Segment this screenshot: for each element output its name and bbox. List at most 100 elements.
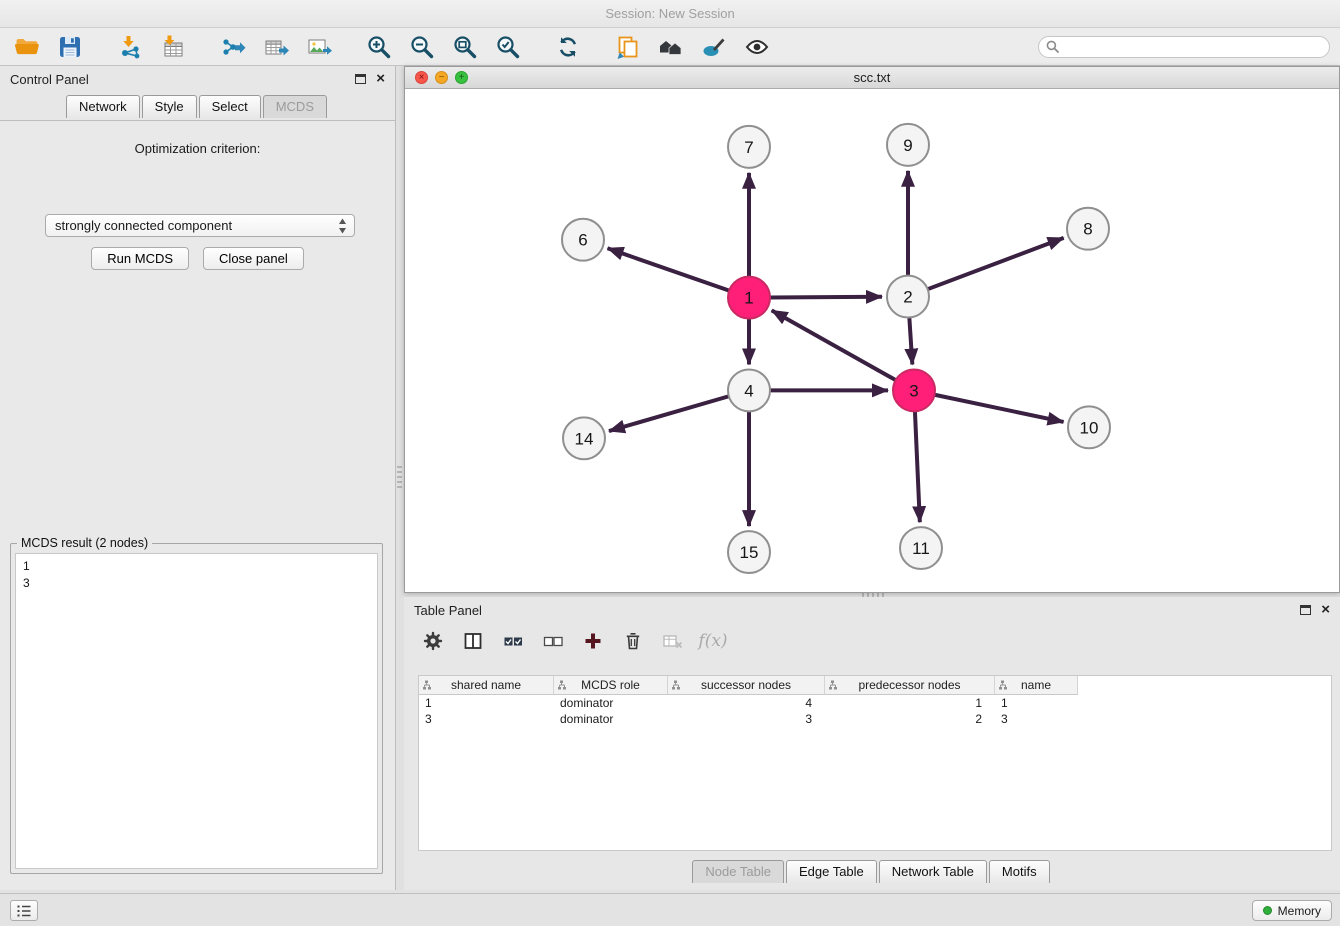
table-cell[interactable]: 3: [419, 711, 554, 727]
task-history-button[interactable]: [10, 900, 38, 921]
tab-network-table[interactable]: Network Table: [879, 860, 987, 883]
table-settings-button[interactable]: [418, 626, 448, 656]
delete-table-button[interactable]: [658, 626, 688, 656]
column-header-name[interactable]: name: [995, 676, 1078, 695]
graph-edge-3-11[interactable]: [915, 411, 920, 522]
export-image-button[interactable]: [302, 31, 336, 63]
search-input[interactable]: [1038, 36, 1330, 58]
zoom-out-icon: [409, 34, 435, 60]
float-panel-icon[interactable]: [355, 74, 366, 84]
maximize-window-icon[interactable]: +: [455, 71, 468, 84]
paint-style-button[interactable]: [697, 31, 731, 63]
chevron-up-down-icon: [338, 218, 347, 237]
column-type-icon: [829, 680, 841, 691]
column-header-mcds-role[interactable]: MCDS role: [554, 676, 668, 695]
graph-node-label-2: 2: [903, 288, 912, 307]
table-cell[interactable]: 1: [995, 695, 1078, 711]
tab-node-table[interactable]: Node Table: [692, 860, 784, 883]
function-builder-button[interactable]: f(x): [698, 626, 728, 656]
table-cell[interactable]: 1: [419, 695, 554, 711]
table-cell[interactable]: 4: [668, 695, 825, 711]
show-columns-button[interactable]: [458, 626, 488, 656]
network-window-titlebar[interactable]: × − + scc.txt: [405, 67, 1339, 89]
open-file-button[interactable]: [10, 31, 44, 63]
search-field: [1038, 36, 1330, 58]
network-graph-svg[interactable]: 7968124314101511: [405, 89, 1339, 592]
apply-layout-button[interactable]: [551, 31, 585, 63]
export-table-button[interactable]: [259, 31, 293, 63]
mcds-result-title: MCDS result (2 nodes): [17, 536, 152, 550]
column-header-label: predecessor nodes: [858, 678, 960, 692]
gear-icon: [423, 631, 443, 651]
table-cell[interactable]: 3: [995, 711, 1078, 727]
tab-network[interactable]: Network: [66, 95, 140, 118]
graph-edge-3-10[interactable]: [935, 395, 1064, 422]
graph-edge-1-2[interactable]: [770, 297, 882, 298]
select-all-button[interactable]: [498, 626, 528, 656]
tab-select[interactable]: Select: [199, 95, 261, 118]
network-window-title: scc.txt: [854, 70, 891, 85]
close-panel-icon[interactable]: ×: [1321, 604, 1330, 616]
table-cell[interactable]: dominator: [554, 711, 668, 727]
vertical-splitter[interactable]: [396, 66, 404, 890]
show-graphics-button[interactable]: [740, 31, 774, 63]
memory-button[interactable]: Memory: [1252, 900, 1332, 921]
tab-edge-table[interactable]: Edge Table: [786, 860, 877, 883]
column-type-icon: [423, 680, 435, 691]
graph-node-label-10: 10: [1080, 418, 1099, 437]
graph-edge-3-1[interactable]: [772, 310, 896, 380]
column-header-successor-nodes[interactable]: successor nodes: [668, 676, 825, 695]
open-folder-icon: [14, 34, 40, 60]
network-canvas[interactable]: 7968124314101511: [405, 89, 1339, 592]
mcds-result-list[interactable]: 13: [15, 553, 378, 869]
column-header-predecessor-nodes[interactable]: predecessor nodes: [825, 676, 995, 695]
add-column-button[interactable]: [578, 626, 608, 656]
column-header-label: shared name: [451, 678, 521, 692]
close-panel-icon[interactable]: ×: [376, 73, 385, 85]
import-table-icon: [160, 34, 186, 60]
tab-style[interactable]: Style: [142, 95, 197, 118]
main-toolbar: [0, 28, 1340, 66]
close-window-icon[interactable]: ×: [415, 71, 428, 84]
zoom-out-button[interactable]: [405, 31, 439, 63]
search-icon: [1046, 40, 1059, 53]
column-type-icon: [672, 680, 684, 691]
unselect-all-button[interactable]: [538, 626, 568, 656]
copy-view-button[interactable]: [611, 31, 645, 63]
save-session-button[interactable]: [53, 31, 87, 63]
zoom-in-button[interactable]: [362, 31, 396, 63]
node-table: shared name MCDS role successor nodes prede…: [418, 675, 1332, 851]
export-network-button[interactable]: [216, 31, 250, 63]
table-cell[interactable]: 1: [825, 695, 995, 711]
graph-edge-4-14[interactable]: [609, 396, 729, 431]
table-cell[interactable]: dominator: [554, 695, 668, 711]
home-view-button[interactable]: [654, 31, 688, 63]
column-header-shared-name[interactable]: shared name: [419, 676, 554, 695]
optimization-dropdown[interactable]: strongly connected component: [45, 214, 355, 237]
window-titlebar: Session: New Session: [0, 0, 1340, 28]
run-mcds-button[interactable]: Run MCDS: [91, 247, 189, 270]
tab-motifs[interactable]: Motifs: [989, 860, 1050, 883]
column-header-label: MCDS role: [581, 678, 640, 692]
graph-node-label-6: 6: [578, 231, 587, 250]
zoom-selected-button[interactable]: [491, 31, 525, 63]
graph-edge-2-8[interactable]: [928, 238, 1064, 289]
graph-edge-1-6[interactable]: [608, 248, 730, 290]
trash-icon: [623, 631, 643, 651]
minimize-window-icon[interactable]: −: [435, 71, 448, 84]
zoom-fit-button[interactable]: [448, 31, 482, 63]
export-table-icon: [263, 34, 289, 60]
tab-mcds[interactable]: MCDS: [263, 95, 327, 118]
graph-edge-2-3[interactable]: [909, 318, 912, 365]
table-cell[interactable]: 3: [668, 711, 825, 727]
import-table-button[interactable]: [156, 31, 190, 63]
table-cell[interactable]: 2: [825, 711, 995, 727]
table-panel: Table Panel ×: [404, 597, 1340, 890]
table-row[interactable]: 1dominator411: [419, 695, 1331, 711]
float-panel-icon[interactable]: [1300, 605, 1311, 615]
fx-icon: f(x): [698, 631, 727, 651]
close-panel-button[interactable]: Close panel: [203, 247, 304, 270]
delete-column-button[interactable]: [618, 626, 648, 656]
table-row[interactable]: 3dominator323: [419, 711, 1331, 727]
import-network-button[interactable]: [113, 31, 147, 63]
